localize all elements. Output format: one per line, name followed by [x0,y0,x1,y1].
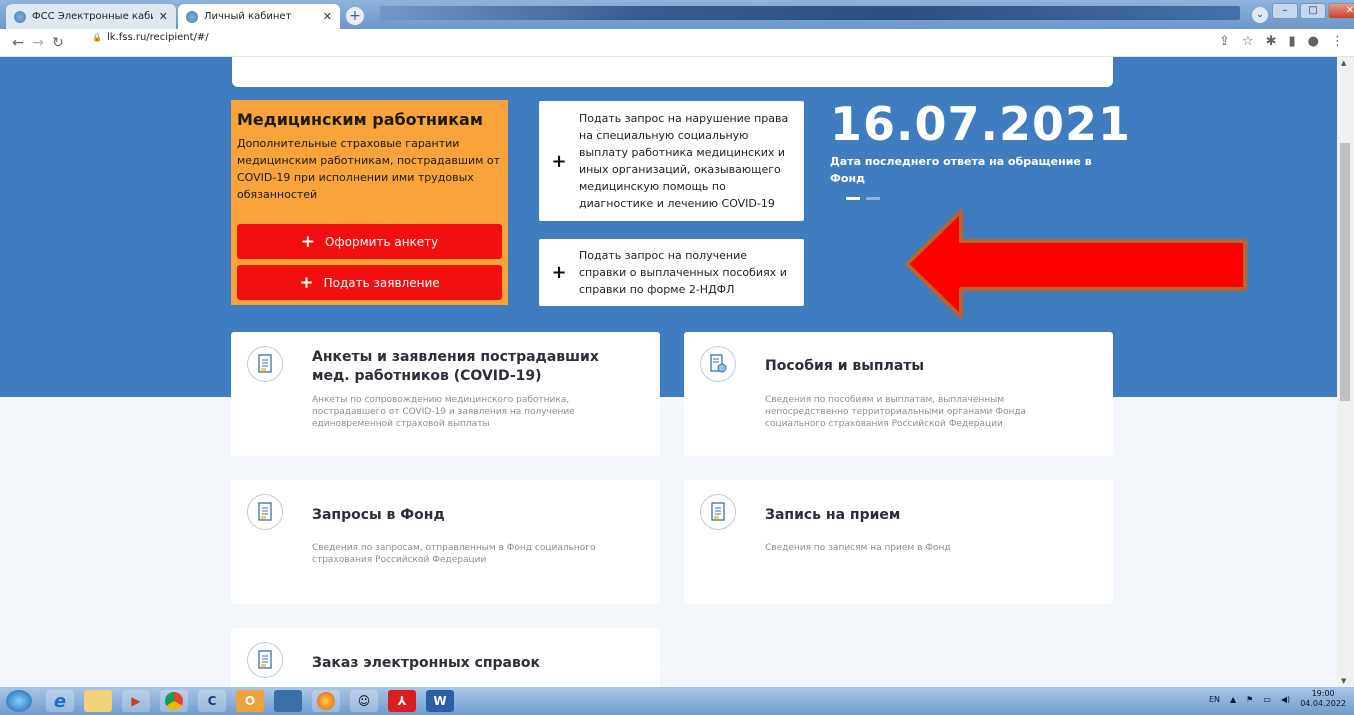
back-arrow-icon[interactable]: ← [8,35,28,51]
medical-card-description: Дополнительные страховые гарантии медици… [237,137,501,201]
scroll-down-icon[interactable]: ▼ [1341,677,1346,685]
scrollbar-thumb[interactable] [1340,143,1350,401]
user-app-icon[interactable]: ☺ [350,690,378,712]
last-answer-caption: Дата последнего ответа на обращение в Фо… [830,155,1092,185]
new-tab-button[interactable]: + [346,7,364,25]
side-panel-icon[interactable]: ▮ [1289,34,1296,49]
card-description: Сведения по запросам, отправленным в Фон… [312,543,596,565]
violation-request-text: Подать запрос на нарушение права на спец… [579,112,789,210]
language-indicator[interactable]: EN [1209,695,1220,704]
tab-search-icon[interactable]: ⌄ [1252,7,1268,23]
violation-request-button[interactable]: + Подать запрос на нарушение права на сп… [539,101,804,221]
browser-tab-fss-cabinets[interactable]: ФСС Электронные кабинеты ✕ [6,4,176,29]
card-electronic-certificates[interactable]: Заказ электронных справок [231,628,660,687]
browser-tab-personal-cabinet[interactable]: Личный кабинет ✕ [178,4,340,29]
plus-icon: + [300,231,315,252]
clock[interactable]: 19:00 04.04.2022 [1300,689,1346,709]
maximize-icon[interactable]: □ [1300,3,1326,19]
clock-date: 04.04.2022 [1300,699,1346,708]
browser-toolbar: ← → ↻ 🔒 lk.fss.ru/recipient/#/ ⇪ ☆ ✱ ▮ ●… [0,29,1354,57]
submit-application-button[interactable]: + Подать заявление [237,265,502,300]
plus-icon: + [299,272,314,293]
certificate-request-text: Подать запрос на получение справки о вып… [579,249,787,296]
extensions-icon[interactable]: ✱ [1266,34,1277,49]
ie-icon[interactable]: e [46,690,74,712]
plus-icon: + [551,262,567,283]
card-title: Заказ электронных справок [312,655,540,671]
profile-icon[interactable]: ● [1308,34,1319,49]
flag-icon[interactable]: ⚑ [1246,695,1253,704]
last-answer-date: 16.07.2021 [830,97,1132,151]
tab-label: Личный кабинет [204,11,292,22]
document-icon [247,494,283,530]
slider-dot-active[interactable] [846,197,860,200]
firefox-icon[interactable] [312,690,340,712]
clock-time: 19:00 [1311,689,1335,698]
card-title: Пособия и выплаты [765,358,925,374]
close-tab-icon[interactable]: ✕ [159,10,168,23]
address-bar[interactable]: 🔒 lk.fss.ru/recipient/#/ [92,32,209,43]
fss-favicon-icon [14,10,26,23]
reload-icon[interactable]: ↻ [48,35,68,51]
menu-dots-icon[interactable]: ⋮ [1331,34,1344,49]
forward-arrow-icon[interactable]: → [28,35,48,51]
lock-icon: 🔒 [92,33,102,42]
url-text: lk.fss.ru/recipient/#/ [106,32,209,43]
browser-tabstrip: ФСС Электронные кабинеты ✕ Личный кабине… [0,0,1354,29]
media-player-icon[interactable]: ▶ [122,690,150,712]
tab-label: ФСС Электронные кабинеты [32,11,153,22]
fill-form-label: Оформить анкету [324,234,439,249]
slider-dot[interactable] [866,197,880,200]
toolbar-actions: ⇪ ☆ ✱ ▮ ● ⋮ [1219,34,1344,49]
document-icon [700,494,736,530]
medical-card-title: Медицинским работникам [237,110,483,129]
card-covid-applications[interactable]: Анкеты и заявления пострадавших мед. раб… [231,332,660,456]
network-icon[interactable]: ▭ [1263,695,1271,704]
document-icon [247,642,283,678]
card-description: Сведения по записям на прием в Фонд [765,543,951,553]
card-title: Запросы в Фонд [312,507,445,523]
plus-icon: + [551,150,567,172]
card-title: Запись на прием [765,507,901,523]
page-viewport: Медицинским работникам Дополнительные ст… [0,57,1337,687]
top-panel [232,57,1113,87]
certificate-request-button[interactable]: + Подать запрос на получение справки о в… [539,239,804,306]
card-description: Сведения по пособиям и выплатам, выплаче… [765,395,1027,429]
pdf-reader-icon[interactable]: ⅄ [388,690,416,712]
document-icon [247,346,283,382]
start-button-icon[interactable] [6,690,32,712]
card-appointment[interactable]: Запись на прием Сведения по записям на п… [684,480,1113,604]
share-icon[interactable]: ⇪ [1219,34,1230,49]
fss-favicon-icon [186,10,198,23]
window-title-band [380,6,1240,20]
card-benefits[interactable]: Пособия и выплаты Сведения по пособиям и… [684,332,1113,456]
fill-form-button[interactable]: + Оформить анкету [237,224,502,259]
windows-taskbar: e ▶ C O ☺ ⅄ W EN ▲ ⚑ ▭ ◀) 19:00 04.04.20… [0,687,1354,715]
benefits-document-icon [700,346,736,382]
outlook-icon[interactable]: O [236,690,264,712]
card-title: Анкеты и заявления пострадавших мед. раб… [312,349,599,384]
system-tray: EN ▲ ⚑ ▭ ◀) 19:00 04.04.2022 [1209,689,1346,709]
close-window-icon[interactable]: ✕ [1328,3,1354,19]
word-icon[interactable]: W [426,690,454,712]
card-description: Анкеты по сопровождению медицинского раб… [312,395,575,429]
medical-workers-card: Медицинским работникам Дополнительные ст… [231,100,508,305]
card-requests-to-fund[interactable]: Запросы в Фонд Сведения по запросам, отп… [231,480,660,604]
volume-icon[interactable]: ◀) [1281,695,1290,704]
window-controls: – □ ✕ [1272,3,1354,19]
submit-application-label: Подать заявление [323,275,440,290]
bookmark-star-icon[interactable]: ☆ [1242,34,1254,49]
scroll-up-icon[interactable]: ▲ [1341,59,1346,67]
slider-dots [846,197,880,200]
page-scrollbar[interactable]: ▲ ▼ [1337,57,1354,687]
chrome-icon[interactable] [160,690,188,712]
ccleaner-icon[interactable]: C [198,690,226,712]
close-tab-icon[interactable]: ✕ [323,10,332,23]
minimize-icon[interactable]: – [1272,3,1298,19]
last-answer-block: 16.07.2021 Дата последнего ответа на обр… [830,97,1130,187]
explorer-folder-icon[interactable] [84,690,112,712]
app-window-icon[interactable] [274,690,302,712]
red-arrow-annotation [905,209,1247,319]
tray-expand-icon[interactable]: ▲ [1230,695,1236,704]
